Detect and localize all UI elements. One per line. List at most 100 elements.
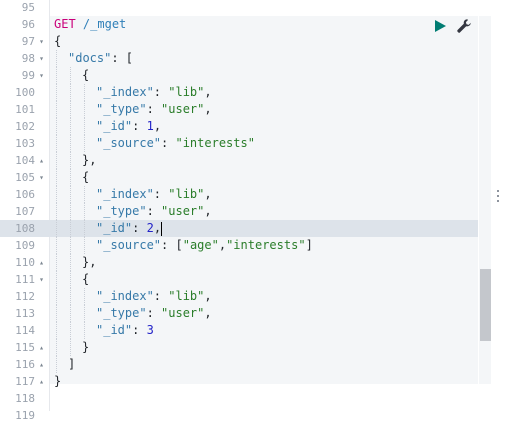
token-punc: , bbox=[153, 221, 162, 235]
token-method: GET bbox=[54, 17, 76, 31]
code-text[interactable]: { bbox=[82, 169, 89, 186]
line-number: 110 bbox=[15, 256, 35, 269]
indent-guide bbox=[70, 203, 71, 220]
wrench-icon bbox=[457, 19, 471, 33]
fold-chevron-down-icon[interactable]: ▾ bbox=[37, 33, 46, 50]
code-text[interactable]: "_id": 1, bbox=[96, 118, 161, 135]
token-num: 3 bbox=[146, 323, 154, 337]
vertical-scrollbar-thumb[interactable] bbox=[480, 269, 491, 341]
fold-chevron-up-icon[interactable]: ▴ bbox=[37, 254, 46, 271]
token-punc: }, bbox=[82, 153, 97, 167]
code-line[interactable]: 97 ▾ { bbox=[0, 33, 478, 50]
token-str: "lib" bbox=[168, 85, 205, 99]
token-num: 1 bbox=[146, 119, 154, 133]
fold-chevron-up-icon[interactable]: ▴ bbox=[37, 373, 46, 390]
line-number: 109 bbox=[15, 239, 35, 252]
line-number: 95 bbox=[21, 1, 35, 14]
code-line[interactable]: 107 "_type": "user", bbox=[0, 203, 478, 220]
line-number: 99 bbox=[21, 69, 35, 82]
code-text[interactable]: { bbox=[54, 33, 61, 50]
code-text[interactable]: "_source": ["age","interests"] bbox=[96, 237, 313, 254]
code-text[interactable]: "_type": "user", bbox=[96, 305, 212, 322]
code-line[interactable]: 116 ▴] bbox=[0, 356, 478, 373]
token-url: /_mget bbox=[82, 17, 127, 31]
code-text[interactable]: } bbox=[82, 339, 89, 356]
code-line[interactable]: 99 ▾ { bbox=[0, 67, 478, 84]
code-line[interactable]: 96 GET /_mget bbox=[0, 16, 478, 33]
fold-chevron-down-icon[interactable]: ▾ bbox=[37, 67, 46, 84]
token-key: "_source" bbox=[96, 136, 162, 150]
code-text[interactable]: "_index": "lib", bbox=[96, 84, 212, 101]
indent-guide bbox=[70, 135, 71, 152]
code-line[interactable]: 106 "_index": "lib", bbox=[0, 186, 478, 203]
indent-guide bbox=[56, 271, 57, 288]
fold-chevron-down-icon[interactable]: ▾ bbox=[37, 50, 46, 67]
code-text[interactable]: "_index": "lib", bbox=[96, 186, 212, 203]
indent-guide bbox=[56, 169, 57, 186]
code-text[interactable]: { bbox=[82, 271, 89, 288]
code-text[interactable]: "_type": "user", bbox=[96, 101, 212, 118]
fold-chevron-up-icon[interactable]: ▴ bbox=[37, 356, 46, 373]
token-punc: ] bbox=[305, 238, 313, 252]
code-line[interactable]: 104 ▴}, bbox=[0, 152, 478, 169]
fold-chevron-up-icon[interactable]: ▴ bbox=[37, 152, 46, 169]
code-line[interactable]: 119 bbox=[0, 407, 478, 424]
indent-guide bbox=[70, 305, 71, 322]
token-key: "_type" bbox=[96, 306, 147, 320]
code-text[interactable]: "_type": "user", bbox=[96, 203, 212, 220]
indent-guide bbox=[56, 356, 57, 373]
code-line[interactable]: 95 bbox=[0, 0, 478, 16]
code-line[interactable]: 114 "_id": 3 bbox=[0, 322, 478, 339]
code-line[interactable]: 102 "_id": 1, bbox=[0, 118, 478, 135]
code-text[interactable]: GET /_mget bbox=[54, 16, 126, 33]
code-line[interactable]: 109 "_source": ["age","interests"] bbox=[0, 237, 478, 254]
fold-chevron-down-icon[interactable]: ▾ bbox=[37, 271, 46, 288]
code-text[interactable]: { bbox=[82, 67, 89, 84]
code-line[interactable]: 105 ▾ { bbox=[0, 169, 478, 186]
line-number: 111 bbox=[15, 273, 35, 286]
line-number: 107 bbox=[15, 205, 35, 218]
indent-guide bbox=[70, 84, 71, 101]
code-line[interactable]: 113 "_type": "user", bbox=[0, 305, 478, 322]
code-line[interactable]: 118 bbox=[0, 390, 478, 407]
indent-guide bbox=[84, 84, 85, 101]
code-text[interactable]: "docs": [ bbox=[68, 50, 133, 67]
console-editor[interactable]: 95 96 GET /_mget 97 ▾{98 ▾ "docs": [99 ▾{100 "_i… bbox=[0, 0, 525, 422]
code-text[interactable]: "_index": "lib", bbox=[96, 288, 212, 305]
indent-guide bbox=[84, 322, 85, 339]
resize-handle[interactable] bbox=[496, 190, 500, 204]
token-punc: : [ bbox=[111, 51, 134, 65]
code-line[interactable]: 112 "_index": "lib", bbox=[0, 288, 478, 305]
indent-guide bbox=[56, 254, 57, 271]
code-text[interactable]: }, bbox=[82, 254, 96, 271]
token-key: "_index" bbox=[96, 187, 154, 201]
token-key: "_source" bbox=[96, 238, 162, 252]
fold-chevron-down-icon[interactable]: ▾ bbox=[37, 169, 46, 186]
code-line[interactable]: 115 ▴} bbox=[0, 339, 478, 356]
code-text[interactable]: "_source": "interests" bbox=[96, 135, 255, 152]
code-line[interactable]: 101 "_type": "user", bbox=[0, 101, 478, 118]
code-line[interactable]: 111 ▾ { bbox=[0, 271, 478, 288]
code-text[interactable]: "_id": 2, bbox=[96, 220, 163, 237]
request-settings-button[interactable] bbox=[456, 18, 472, 34]
code-line[interactable]: 117 ▴} bbox=[0, 373, 478, 390]
indent-guide bbox=[56, 186, 57, 203]
code-text[interactable]: }, bbox=[82, 152, 96, 169]
fold-chevron-up-icon[interactable]: ▴ bbox=[37, 339, 46, 356]
run-request-button[interactable] bbox=[433, 19, 447, 33]
token-key: "_type" bbox=[96, 102, 147, 116]
code-line[interactable]: 108 "_id": 2, bbox=[0, 220, 478, 237]
code-text[interactable]: "_id": 3 bbox=[96, 322, 154, 339]
indent-guide bbox=[70, 67, 71, 84]
code-line[interactable]: 100 "_index": "lib", bbox=[0, 84, 478, 101]
token-punc: : [ bbox=[161, 238, 183, 252]
code-line[interactable]: 98 ▾ "docs": [ bbox=[0, 50, 478, 67]
code-text[interactable]: } bbox=[54, 373, 61, 390]
code-text[interactable]: ] bbox=[68, 356, 75, 373]
code-line[interactable]: 103 "_source": "interests" bbox=[0, 135, 478, 152]
line-number: 98 bbox=[21, 52, 35, 65]
token-punc: }, bbox=[82, 255, 97, 269]
code-line[interactable]: 110 ▴}, bbox=[0, 254, 478, 271]
indent-guide bbox=[70, 118, 71, 135]
line-number: 104 bbox=[15, 154, 35, 167]
